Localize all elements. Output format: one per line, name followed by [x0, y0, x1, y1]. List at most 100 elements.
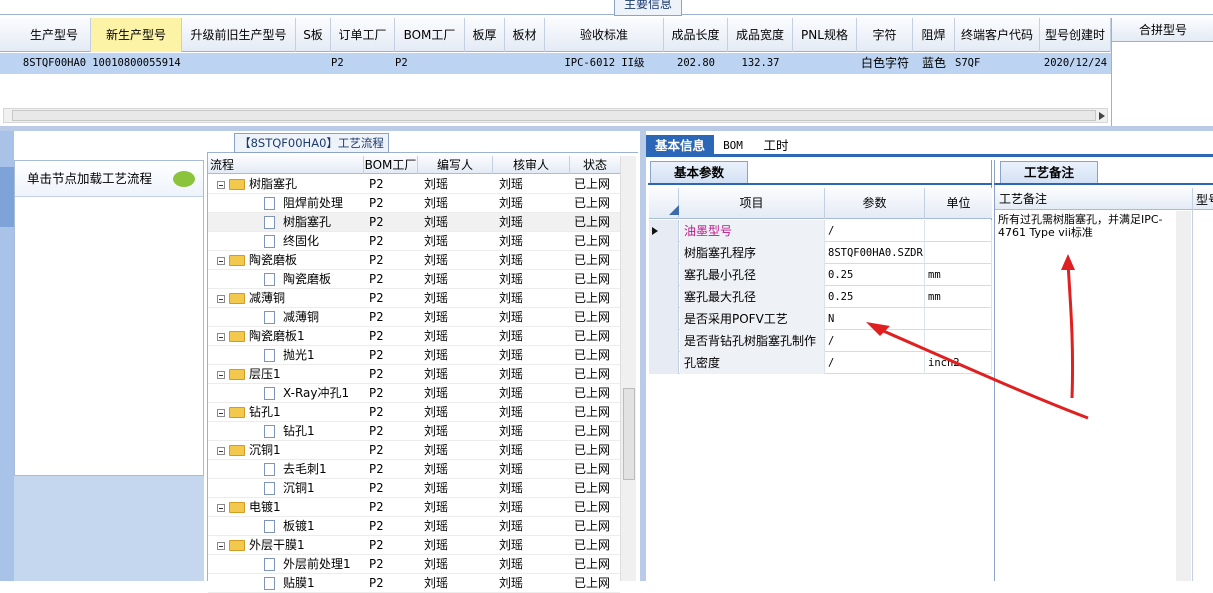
tab-bom[interactable]: BOM [718, 135, 748, 157]
tab-main-info[interactable]: 主要信息 [614, 0, 682, 16]
left-collapse-strip[interactable] [0, 131, 14, 581]
collapse-icon[interactable] [217, 447, 225, 455]
col-header-bom-factory[interactable]: BOM工厂 [364, 156, 418, 174]
tree-row[interactable]: 钻孔1 P2 刘瑶 刘瑶 已上网 [208, 403, 620, 422]
collapse-icon[interactable] [217, 333, 225, 341]
param-value[interactable]: / [826, 220, 925, 242]
row-gutter[interactable] [649, 264, 679, 286]
tab-process-note[interactable]: 工艺备注 [1000, 161, 1098, 183]
param-value[interactable]: 0.25 [826, 286, 925, 308]
col-header-width[interactable]: 成品宽度 [728, 18, 793, 52]
tab-process-flow[interactable]: 【8STQF00HA0】工艺流程 [234, 133, 389, 153]
param-value[interactable]: 0.25 [826, 264, 925, 286]
vertical-scrollbar[interactable] [1176, 211, 1191, 581]
col-header-unit[interactable]: 单位 [925, 188, 992, 219]
table-row[interactable]: 8STQF00HA0 10010800055914 P2 P2 IPC-6012… [0, 53, 1111, 74]
tree-row[interactable]: 板镀1 P2 刘瑶 刘瑶 已上网 [208, 517, 620, 536]
tree-row[interactable]: 树脂塞孔 P2 刘瑶 刘瑶 已上网 [208, 213, 620, 232]
collapse-icon[interactable] [217, 504, 225, 512]
param-row[interactable]: 孔密度 / inch2 [649, 352, 992, 374]
row-gutter[interactable] [649, 330, 679, 352]
tree-row[interactable]: 贴膜1 P2 刘瑶 刘瑶 已上网 [208, 574, 620, 593]
row-gutter[interactable] [649, 308, 679, 330]
col-header-length[interactable]: 成品长度 [664, 18, 728, 52]
col-header-s-board[interactable]: S板 [296, 18, 331, 52]
param-row[interactable]: 塞孔最小孔径 0.25 mm [649, 264, 992, 286]
tree-row[interactable]: 阻焊前处理 P2 刘瑶 刘瑶 已上网 [208, 194, 620, 213]
param-row[interactable]: 塞孔最大孔径 0.25 mm [649, 286, 992, 308]
param-value[interactable]: 8STQF00HA0.SZDRL [826, 242, 925, 264]
cell-status: 已上网 [574, 576, 611, 590]
tree-row[interactable]: 外层前处理1 P2 刘瑶 刘瑶 已上网 [208, 555, 620, 574]
col-header-customer-code[interactable]: 终端客户代码 [955, 18, 1040, 52]
col-header-thickness[interactable]: 板厚 [465, 18, 505, 52]
cell-author: 刘瑶 [424, 234, 449, 248]
col-header-reviewer[interactable]: 核审人 [493, 156, 570, 174]
horizontal-scrollbar[interactable] [3, 108, 1108, 123]
vertical-scrollbar[interactable] [620, 156, 636, 581]
col-header-old-model[interactable]: 升级前旧生产型号 [182, 18, 296, 52]
param-value[interactable]: N [826, 308, 925, 330]
scroll-right-icon[interactable] [1098, 111, 1106, 121]
col-header-pnl[interactable]: PNL规格 [793, 18, 857, 52]
param-value[interactable]: / [826, 330, 925, 352]
scrollbar-thumb[interactable] [623, 388, 635, 480]
col-header-new-model[interactable]: 新生产型号 [91, 18, 182, 52]
col-header-flow[interactable]: 流程 [208, 156, 364, 174]
tree-row[interactable]: 钻孔1 P2 刘瑶 刘瑶 已上网 [208, 422, 620, 441]
collapse-icon[interactable] [217, 371, 225, 379]
scrollbar-thumb[interactable] [12, 110, 1096, 121]
tree-row[interactable]: 陶瓷磨板 P2 刘瑶 刘瑶 已上网 [208, 251, 620, 270]
param-row[interactable]: 树脂塞孔程序 8STQF00HA0.SZDRL [649, 242, 992, 264]
col-header-note-model[interactable]: 型号 [1196, 191, 1213, 208]
tree-row[interactable]: X-Ray冲孔1 P2 刘瑶 刘瑶 已上网 [208, 384, 620, 403]
row-gutter[interactable] [649, 286, 679, 308]
collapse-icon[interactable] [217, 181, 225, 189]
tree-row[interactable]: 陶瓷磨板1 P2 刘瑶 刘瑶 已上网 [208, 327, 620, 346]
row-gutter[interactable] [649, 242, 679, 264]
tree-row[interactable]: 减薄铜 P2 刘瑶 刘瑶 已上网 [208, 308, 620, 327]
grid-corner[interactable] [649, 188, 679, 219]
row-gutter[interactable] [649, 220, 679, 242]
col-header-created[interactable]: 型号创建时 [1040, 18, 1111, 52]
process-note-text[interactable]: 所有过孔需树脂塞孔，并满足IPC-4761 Type vii标准 [998, 213, 1172, 239]
tree-row[interactable]: 沉铜1 P2 刘瑶 刘瑶 已上网 [208, 441, 620, 460]
col-header-author[interactable]: 编写人 [418, 156, 493, 174]
col-header-bom-factory[interactable]: BOM工厂 [395, 18, 465, 52]
tree-row[interactable]: 去毛刺1 P2 刘瑶 刘瑶 已上网 [208, 460, 620, 479]
row-gutter[interactable] [649, 352, 679, 374]
tree-row[interactable]: 外层干膜1 P2 刘瑶 刘瑶 已上网 [208, 536, 620, 555]
col-header-legend[interactable]: 字符 [857, 18, 913, 52]
tree-row[interactable]: 层压1 P2 刘瑶 刘瑶 已上网 [208, 365, 620, 384]
param-row[interactable]: 是否背钻孔树脂塞孔制作 / [649, 330, 992, 352]
tree-row[interactable]: 终固化 P2 刘瑶 刘瑶 已上网 [208, 232, 620, 251]
col-header-material[interactable]: 板材 [505, 18, 545, 52]
tree-row[interactable]: 电镀1 P2 刘瑶 刘瑶 已上网 [208, 498, 620, 517]
col-header-order-factory[interactable]: 订单工厂 [331, 18, 395, 52]
col-header-soldermask[interactable]: 阻焊 [913, 18, 955, 52]
tab-basic-info[interactable]: 基本信息 [646, 135, 714, 157]
tab-basic-params[interactable]: 基本参数 [650, 161, 748, 183]
tree-row[interactable]: 沉铜1 P2 刘瑶 刘瑶 已上网 [208, 479, 620, 498]
tree-row[interactable]: 树脂塞孔 P2 刘瑶 刘瑶 已上网 [208, 175, 620, 194]
col-header-note[interactable]: 工艺备注 [999, 188, 1047, 210]
param-value[interactable]: / [826, 352, 925, 374]
tree-row[interactable]: 抛光1 P2 刘瑶 刘瑶 已上网 [208, 346, 620, 365]
collapse-icon[interactable] [217, 295, 225, 303]
collapse-icon[interactable] [217, 409, 225, 417]
tree-row[interactable]: 陶瓷磨板 P2 刘瑶 刘瑶 已上网 [208, 270, 620, 289]
merge-model-header[interactable]: 合拼型号 [1112, 18, 1213, 42]
tab-work-hours[interactable]: 工时 [756, 135, 796, 157]
col-header-acceptance[interactable]: 验收标准 [545, 18, 664, 52]
col-header-status[interactable]: 状态 [570, 156, 620, 174]
param-row[interactable]: 油墨型号 / [649, 220, 992, 242]
left-strip-tab[interactable] [0, 167, 14, 227]
col-header-model[interactable]: 生产型号 [18, 18, 91, 52]
tree-row[interactable]: 减薄铜 P2 刘瑶 刘瑶 已上网 [208, 289, 620, 308]
col-header-param[interactable]: 参数 [825, 188, 925, 219]
collapse-icon[interactable] [217, 257, 225, 265]
cell-bom-factory: P2 [369, 519, 384, 533]
col-header-item[interactable]: 项目 [679, 188, 825, 219]
param-row[interactable]: 是否采用POFV工艺 N [649, 308, 992, 330]
collapse-icon[interactable] [217, 542, 225, 550]
